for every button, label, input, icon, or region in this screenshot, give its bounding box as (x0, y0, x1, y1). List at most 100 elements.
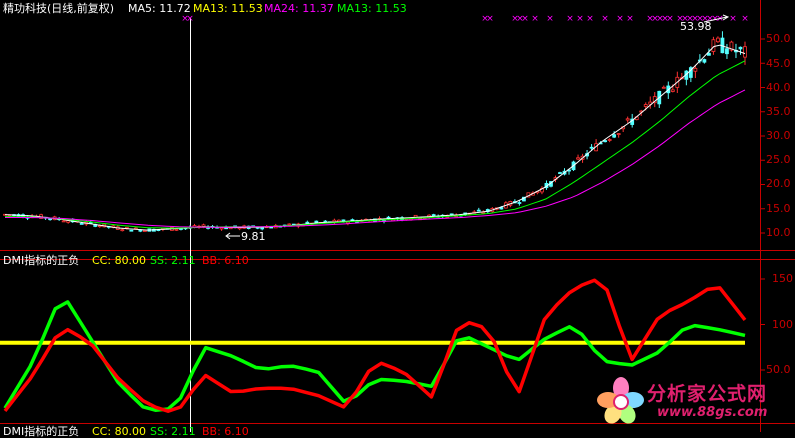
price-tick: 15.0 (766, 202, 791, 215)
signal-marker: × (741, 14, 749, 24)
signal-marker: × (566, 14, 574, 24)
candle-body (129, 229, 134, 232)
signal-marker: × (616, 14, 624, 24)
watermark-name: 分析家公式网 (647, 383, 768, 405)
candle-body (589, 146, 594, 149)
candle-body (612, 134, 617, 138)
moving-average-lines (4, 44, 746, 231)
watermark-url: www.88gs.com (657, 405, 768, 420)
candle-body (174, 228, 179, 231)
dmi-title: DMI指标的正负 (3, 254, 80, 267)
candle-body (576, 157, 580, 160)
candle-body (616, 133, 621, 135)
candle-body (305, 221, 310, 224)
candle (711, 36, 716, 55)
candle-body (260, 227, 265, 230)
candle-body (725, 48, 729, 55)
candle-body (707, 52, 711, 56)
price-tick: 10.0 (766, 226, 791, 239)
candle (729, 40, 734, 52)
candle (702, 58, 707, 64)
ma-line-ma13 (4, 60, 746, 229)
signal-marker: × (626, 14, 634, 24)
dmi-tick: 100 (772, 318, 793, 331)
signal-marker: × (576, 14, 584, 24)
candle (716, 36, 720, 43)
stock-title: 精功科技(日线,前复权) (3, 2, 115, 15)
candle (576, 154, 580, 160)
candle (738, 46, 743, 55)
candle-body (219, 227, 224, 230)
candle-body (693, 67, 698, 72)
candle-body (314, 220, 319, 223)
candle-body (643, 104, 648, 107)
candle (652, 92, 657, 108)
dmi-tick: 150 (772, 272, 793, 285)
signal-marker: × (586, 14, 594, 24)
candle-body (142, 230, 147, 232)
price-tick: 20.0 (766, 177, 791, 190)
candle (48, 218, 53, 221)
candle-body (716, 37, 720, 43)
signal-marker: × (546, 14, 554, 24)
candle-body (120, 229, 125, 232)
candle-body (61, 220, 66, 223)
ma-line-ma24 (5, 89, 746, 228)
candle-body (431, 214, 436, 217)
candle-body (481, 211, 486, 214)
ma13-legend: MA13: 11.53 (193, 2, 263, 15)
candle-body (661, 86, 666, 89)
candlestick-series (3, 31, 747, 233)
candle (725, 43, 729, 59)
signal-marker: × (531, 14, 539, 24)
candle-body (625, 118, 630, 121)
candle (616, 133, 621, 138)
ma5-legend: MA5: 11.72 (128, 2, 191, 15)
candle-body (386, 216, 391, 219)
candle (174, 228, 179, 231)
candle-body (558, 172, 562, 174)
candle-body (607, 139, 612, 141)
signal-marker: × (666, 14, 674, 24)
candle-body (670, 89, 675, 92)
candle (720, 31, 725, 54)
candle (129, 229, 134, 232)
stock-chart[interactable]: ×× ×× ××× × × × × × × × × ××××× ××××××××× × × (0, 0, 795, 432)
price-tick: 35.0 (766, 105, 791, 118)
signal-markers: ×× ×× ××× × × × × × × × × ××××× ××××××××× × × (181, 14, 749, 24)
candle-body (743, 46, 747, 58)
candle (350, 218, 355, 222)
signal-marker: × (186, 14, 194, 24)
candle (558, 171, 562, 174)
dmi-bb-legend: BB: 6.10 (202, 254, 249, 267)
ma24-legend: MA24: 11.37 (264, 2, 334, 15)
signal-marker: × (729, 14, 737, 24)
candle (540, 186, 544, 195)
candle-body (517, 202, 522, 204)
watermark-logo: 分析家公式网 www.88gs.com (597, 373, 795, 432)
dmi-cc-legend: CC: 80.00 (92, 254, 147, 267)
signal-marker: × (486, 14, 494, 24)
candle-body (603, 140, 608, 143)
candle (625, 116, 630, 123)
price-tick: 30.0 (766, 129, 791, 142)
candle-body (702, 59, 707, 63)
candle (648, 96, 653, 109)
candle-body (79, 223, 84, 225)
candle-body (738, 46, 743, 50)
low-price-label: 9.81 (241, 230, 266, 243)
candle (684, 70, 689, 86)
candle (657, 90, 662, 108)
price-tick: 25.0 (766, 153, 791, 166)
flower-logo-icon (597, 377, 644, 424)
candle-body (48, 218, 53, 221)
ma13b-legend: MA13: 11.53 (337, 2, 407, 15)
price-tick: 50.0 (766, 32, 791, 45)
signal-marker: × (521, 14, 529, 24)
ma-line-ma5 (4, 44, 746, 231)
dmi-ss-legend: SS: 2.11 (150, 254, 196, 267)
candle-body (287, 223, 292, 226)
candle (476, 207, 481, 212)
price-tick: 40.0 (766, 81, 791, 94)
signal-marker: × (601, 14, 609, 24)
